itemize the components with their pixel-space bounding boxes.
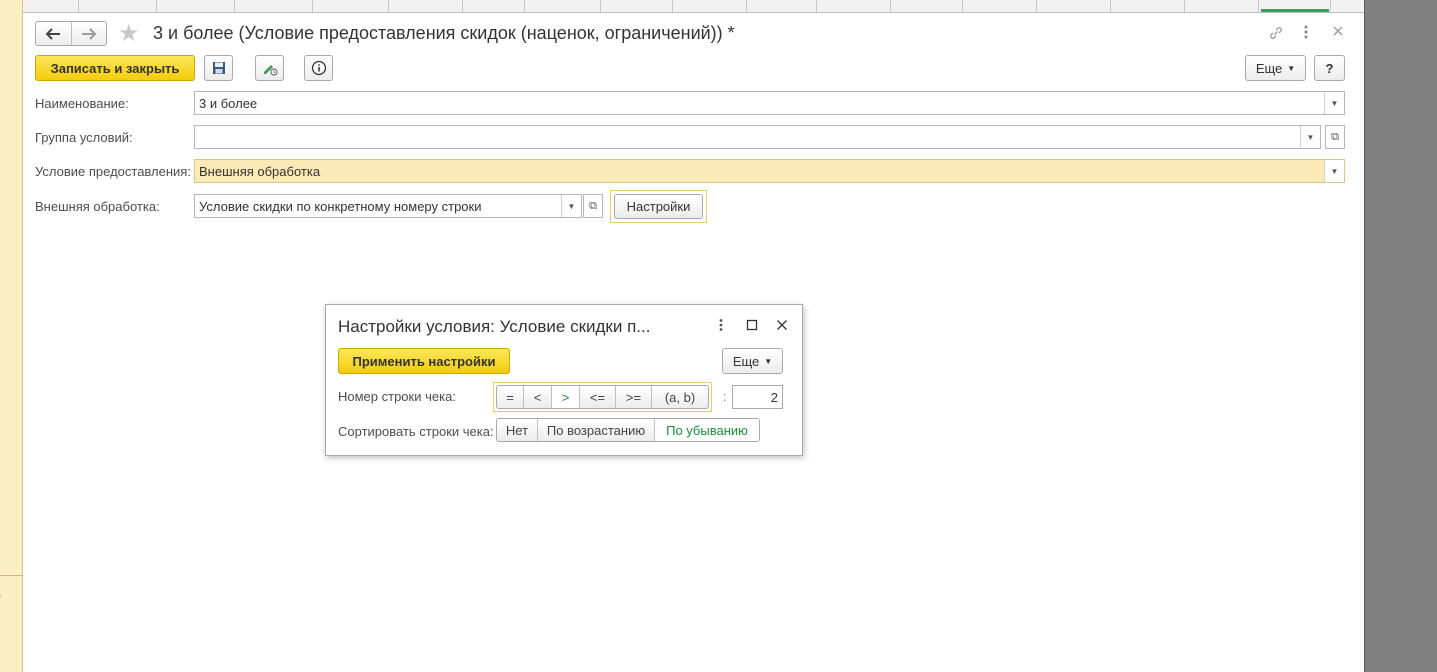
apply-settings-button[interactable]: Применить настройки [338,348,510,374]
name-field[interactable]: 3 и более ▼ [194,91,1345,115]
tab-item[interactable] [817,0,891,12]
favorite-star-icon[interactable]: ★ [118,19,140,48]
tab-item[interactable] [235,0,313,12]
tab-item[interactable] [313,0,389,12]
close-icon[interactable] [776,318,788,334]
tab-item[interactable] [891,0,963,12]
more-vertical-icon[interactable] [718,318,724,335]
tab-item[interactable] [963,0,1037,12]
tab-item[interactable] [1185,0,1259,12]
sort-descending[interactable]: По убыванию [654,419,759,441]
more-menu-button[interactable]: Еще ▼ [1245,55,1306,81]
condition-value: Внешняя обработка [199,164,321,179]
dialog-title: Настройки условия: Условие скидки п... [338,317,651,336]
name-label: Наименование: [35,96,129,111]
sort-none[interactable]: Нет [497,419,537,441]
more-vertical-icon[interactable] [1303,24,1309,43]
more-label: Еще [1255,60,1283,76]
edge-glyph: ) [0,588,1,602]
tab-item[interactable] [601,0,673,12]
help-button[interactable]: ? [1314,55,1345,81]
edit-status-button[interactable] [255,55,284,81]
arrow-left-icon [45,27,61,40]
colon-separator: : [723,389,727,404]
link-icon[interactable] [1268,25,1284,44]
open-in-window-icon[interactable]: ⧉ [583,194,603,218]
row-number-value: 2 [770,390,778,405]
chevron-down-icon: ▼ [764,356,773,366]
tab-item[interactable] [673,0,747,12]
close-icon[interactable] [1332,24,1344,40]
external-processing-value: Условие скидки по конкретному номеру стр… [199,199,482,214]
tab-item[interactable] [1111,0,1185,12]
forward-button[interactable] [70,22,107,45]
chevron-down-icon[interactable]: ▼ [1324,92,1344,114]
floppy-disk-icon [212,62,225,74]
info-button[interactable] [304,55,333,81]
operator-equal[interactable]: = [497,386,523,408]
chevron-down-icon[interactable]: ▼ [1300,126,1320,148]
info-icon [311,60,326,76]
tab-item[interactable] [389,0,463,12]
tab-item[interactable] [157,0,235,12]
chevron-down-icon[interactable]: ▼ [561,195,581,217]
save-and-close-button[interactable]: Записать и закрыть [35,55,195,81]
operator-greater-equal[interactable]: >= [615,386,651,408]
tab-item[interactable] [79,0,157,12]
tab-item[interactable] [747,0,817,12]
more-label: Еще [732,353,760,369]
back-button[interactable] [36,22,71,45]
open-windows-tab-strip [23,0,1364,13]
name-value: 3 и более [199,96,258,111]
operator-greater[interactable]: > [551,386,579,408]
settings-button[interactable]: Настройки [614,194,703,219]
pencil-clock-icon [263,65,277,76]
operator-range[interactable]: (a, b) [651,386,708,408]
operator-selector: = < > <= >= (a, b) [496,385,709,409]
sort-selector: Нет По возрастанию По убыванию [496,418,760,442]
chevron-down-icon[interactable]: ▼ [1324,160,1344,182]
tab-item[interactable] [463,0,525,12]
condition-label: Условие предоставления: [35,164,191,179]
panel-divider [0,575,23,576]
operator-less[interactable]: < [523,386,551,408]
save-button[interactable] [204,55,233,81]
condition-field[interactable]: Внешняя обработка ▼ [194,159,1345,183]
sort-rows-label: Сортировать строки чека: [338,424,494,439]
active-tab-indicator [1261,9,1329,12]
maximize-icon[interactable] [746,318,758,334]
tab-item[interactable] [23,0,79,12]
group-label: Группа условий: [35,130,133,145]
arrow-right-icon [81,27,97,40]
operator-less-equal[interactable]: <= [579,386,615,408]
condition-settings-dialog: Настройки условия: Условие скидки п... П… [325,304,803,456]
sort-ascending[interactable]: По возрастанию [537,419,654,441]
row-number-label: Номер строки чека: [338,389,456,404]
navigation-buttons [35,21,107,46]
form-title: 3 и более (Условие предоставления скидок… [153,23,735,43]
row-number-input[interactable]: 2 [732,385,783,409]
tab-item[interactable] [525,0,601,12]
open-in-window-icon[interactable]: ⧉ [1325,125,1345,149]
external-processing-label: Внешняя обработка: [35,199,160,214]
tab-item[interactable] [1037,0,1111,12]
group-field[interactable]: ▼ [194,125,1321,149]
left-panel: ) [0,0,23,672]
chevron-down-icon: ▼ [1287,63,1296,73]
dialog-more-button[interactable]: Еще ▼ [722,348,783,374]
background-area [1364,0,1437,672]
external-processing-field[interactable]: Условие скидки по конкретному номеру стр… [194,194,582,218]
